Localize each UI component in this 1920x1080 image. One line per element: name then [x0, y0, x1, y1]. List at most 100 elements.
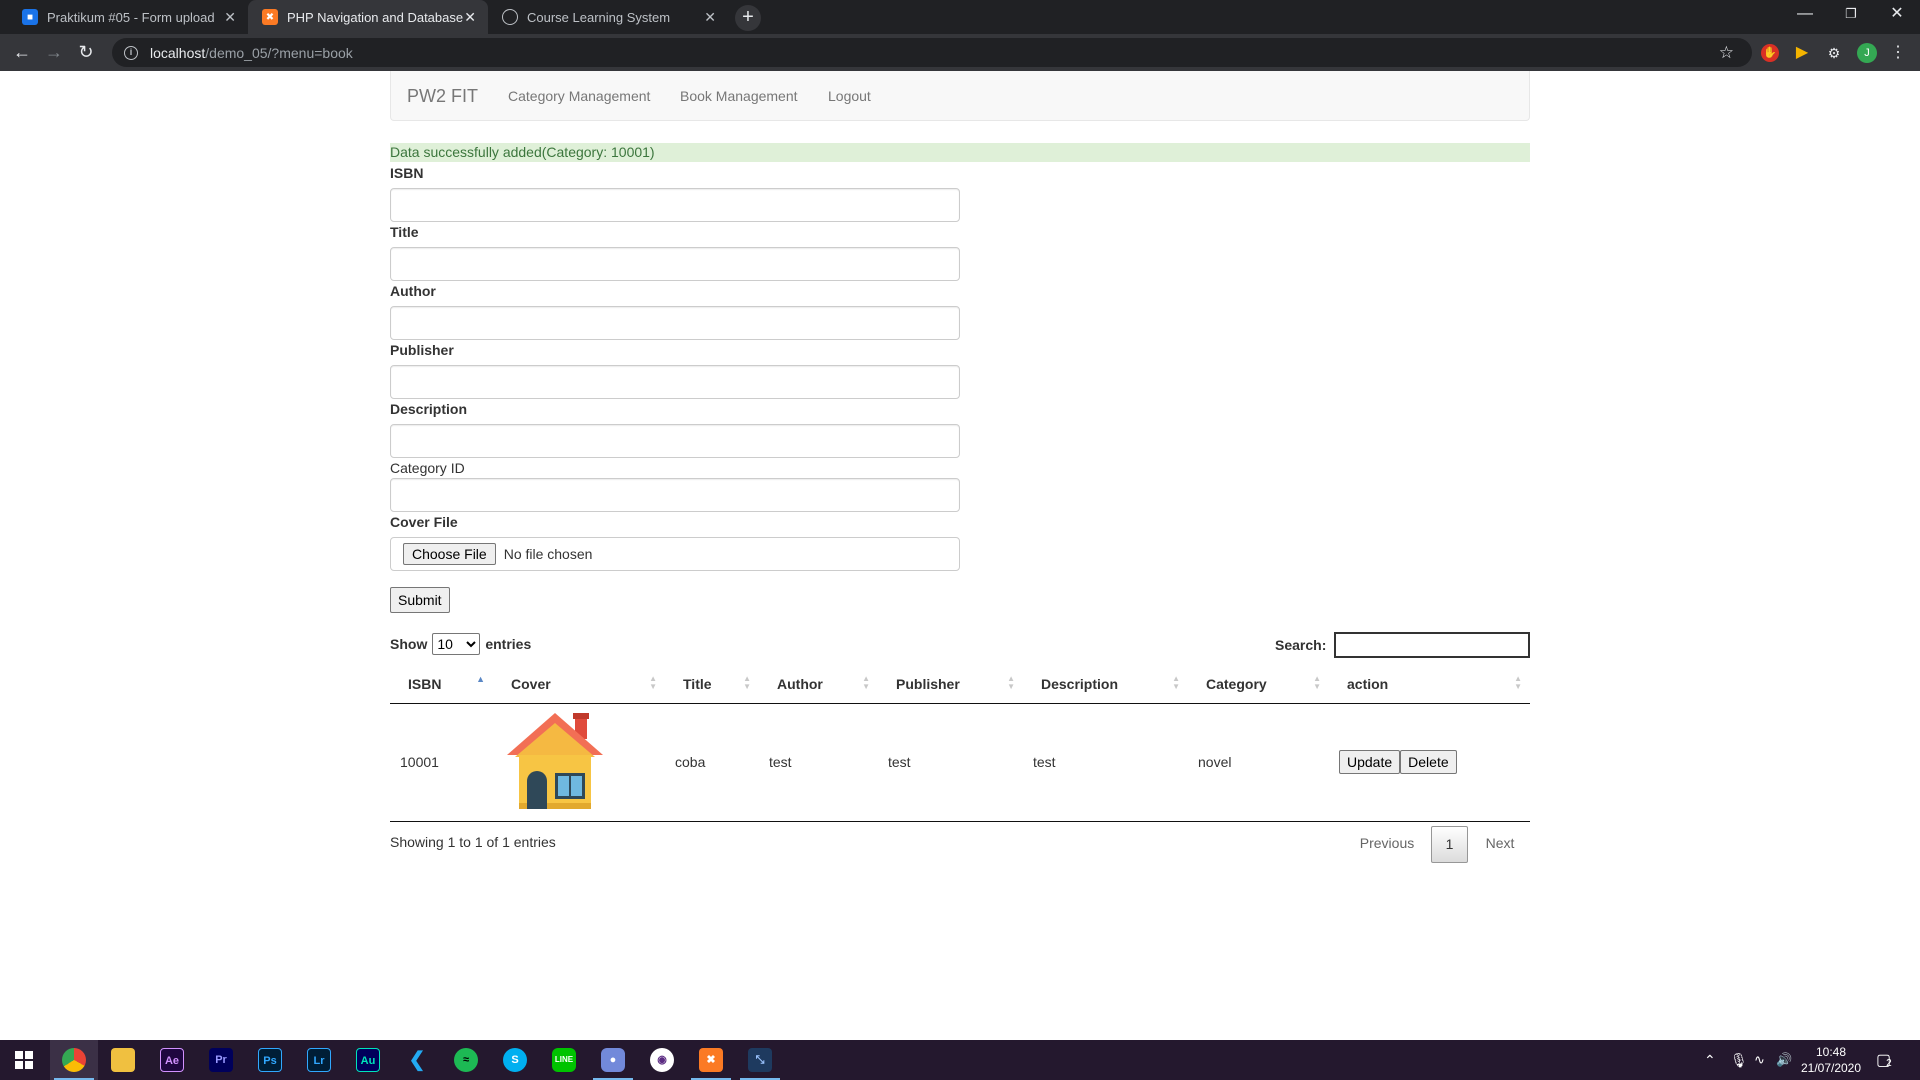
pagination-page-1[interactable]: 1 — [1431, 826, 1468, 863]
taskbar-lightroom[interactable]: Lr — [295, 1040, 343, 1080]
microphone-icon[interactable]: 🎙 — [1730, 1040, 1748, 1080]
description-input[interactable] — [390, 424, 960, 458]
extension-adblock-icon[interactable]: ✋ — [1761, 44, 1779, 62]
clock[interactable]: 10:48 21/07/2020 — [1800, 1040, 1862, 1080]
tab-title: Praktikum #05 - Form upload — [47, 9, 215, 25]
taskbar-premiere[interactable]: Pr — [197, 1040, 245, 1080]
navbar-brand[interactable]: PW2 FIT — [407, 86, 478, 107]
taskbar-ssms[interactable]: ⤡ — [736, 1040, 784, 1080]
tab-title: PHP Navigation and Database — [287, 9, 464, 25]
table-header-row: ISBN ▲ Cover ▲ ▼ Title ▲ ▼ Author ▲ ▼ Publisher… — [390, 665, 1530, 704]
col-header-category[interactable]: Category ▲ ▼ — [1188, 665, 1329, 704]
cover-file-input[interactable]: Choose File No file chosen — [390, 537, 960, 571]
back-button[interactable]: ← — [10, 41, 34, 65]
taskbar-line[interactable]: LINE — [540, 1040, 588, 1080]
pagination-previous[interactable]: Previous — [1347, 826, 1427, 863]
menu-kebab-icon[interactable]: ⋮ — [1889, 44, 1907, 62]
title-label: Title — [390, 224, 419, 240]
line-icon: LINE — [552, 1048, 576, 1072]
col-header-title[interactable]: Title ▲ ▼ — [665, 665, 759, 704]
lightroom-icon: Lr — [307, 1048, 331, 1072]
taskbar-chrome[interactable] — [50, 1040, 98, 1080]
author-input[interactable] — [390, 306, 960, 340]
extensions-puzzle-icon[interactable]: ⚙ — [1825, 44, 1843, 62]
sort-both-icon: ▲ ▼ — [1172, 674, 1180, 691]
forward-button[interactable]: → — [42, 41, 66, 65]
url-host: localhost — [150, 44, 206, 61]
entries-label: entries — [485, 636, 532, 652]
spotify-icon: ≈ — [454, 1048, 478, 1072]
minimize-button[interactable]: — — [1782, 0, 1828, 30]
tab-praktikum[interactable]: ■ Praktikum #05 - Form upload ✕ — [8, 0, 248, 34]
close-icon[interactable]: ✕ — [704, 9, 716, 26]
col-header-description[interactable]: Description ▲ ▼ — [1023, 665, 1188, 704]
sort-both-icon: ▲ ▼ — [743, 674, 751, 691]
nav-book-management[interactable]: Book Management — [680, 88, 798, 104]
taskbar-photoshop[interactable]: Ps — [246, 1040, 294, 1080]
sort-both-icon: ▲ ▼ — [1313, 674, 1321, 691]
reload-button[interactable]: ↻ — [74, 41, 98, 65]
taskbar-skype[interactable]: S — [491, 1040, 539, 1080]
pagination-next[interactable]: Next — [1474, 826, 1526, 863]
submit-button[interactable]: Submit — [390, 587, 450, 613]
search-input[interactable] — [1334, 632, 1531, 658]
nav-category-management[interactable]: Category Management — [508, 88, 650, 104]
window-close-button[interactable]: ✕ — [1874, 0, 1920, 30]
sort-both-icon: ▲ ▼ — [1007, 674, 1015, 691]
page-length-control: Show 10 entries — [390, 633, 531, 655]
after-effects-icon: Ae — [160, 1048, 184, 1072]
cover-file-label: Cover File — [390, 514, 458, 530]
new-tab-button[interactable]: + — [735, 5, 761, 31]
address-bar[interactable]: i localhost/demo_05/?menu=book ☆ — [112, 38, 1752, 67]
close-icon[interactable]: ✕ — [224, 9, 236, 26]
restore-button[interactable]: ❐ — [1828, 0, 1874, 30]
taskbar-discord[interactable]: ● — [589, 1040, 637, 1080]
taskbar-audition[interactable]: Au — [344, 1040, 392, 1080]
globe-icon — [502, 9, 518, 25]
wifi-icon[interactable]: ∿ — [1754, 1040, 1770, 1080]
col-header-publisher[interactable]: Publisher ▲ ▼ — [878, 665, 1023, 704]
taskbar-obs[interactable]: ◉ — [638, 1040, 686, 1080]
classroom-icon: ■ — [22, 9, 38, 25]
taskbar-spotify[interactable]: ≈ — [442, 1040, 490, 1080]
col-header-cover[interactable]: Cover ▲ ▼ — [493, 665, 665, 704]
folder-icon — [111, 1048, 135, 1072]
site-info-icon[interactable]: i — [124, 45, 138, 60]
cell-cover — [493, 703, 665, 822]
profile-avatar[interactable]: J — [1857, 43, 1877, 63]
premiere-icon: Pr — [209, 1048, 233, 1072]
no-file-text: No file chosen — [503, 546, 593, 562]
audition-icon: Au — [356, 1048, 380, 1072]
tab-php-navigation[interactable]: ✖ PHP Navigation and Database ✕ — [248, 0, 488, 34]
table-info: Showing 1 to 1 of 1 entries — [390, 834, 556, 850]
choose-file-button[interactable]: Choose File — [403, 543, 496, 565]
bookmark-star-icon[interactable]: ☆ — [1719, 43, 1734, 63]
taskbar-after-effects[interactable]: Ae — [148, 1040, 196, 1080]
extension-play-icon[interactable]: ▶ — [1793, 44, 1811, 62]
col-header-action[interactable]: action ▲ ▼ — [1329, 665, 1530, 704]
tray-overflow-icon[interactable]: ⌃ — [1704, 1040, 1720, 1080]
cell-description: test — [1023, 703, 1188, 822]
publisher-input[interactable] — [390, 365, 960, 399]
taskbar-vscode[interactable]: ❮ — [393, 1040, 441, 1080]
category-id-input[interactable] — [390, 478, 960, 512]
clock-date: 21/07/2020 — [1800, 1061, 1862, 1075]
col-header-isbn[interactable]: ISBN ▲ — [390, 665, 493, 704]
success-alert: Data successfully added(Category: 10001) — [390, 143, 1530, 162]
close-icon[interactable]: ✕ — [464, 9, 476, 26]
update-button[interactable]: Update — [1339, 750, 1401, 774]
page-length-select[interactable]: 10 — [432, 633, 481, 655]
books-table: ISBN ▲ Cover ▲ ▼ Title ▲ ▼ Author ▲ ▼ Publisher… — [390, 665, 1530, 822]
volume-icon[interactable]: 🔊 — [1776, 1040, 1794, 1080]
isbn-input[interactable] — [390, 188, 960, 222]
cell-publisher: test — [878, 703, 1023, 822]
taskbar-xampp[interactable]: ✖ — [687, 1040, 735, 1080]
start-button[interactable] — [0, 1040, 48, 1080]
nav-logout[interactable]: Logout — [828, 88, 871, 104]
taskbar-file-explorer[interactable] — [99, 1040, 147, 1080]
delete-button[interactable]: Delete — [1400, 750, 1457, 774]
tab-course-learning[interactable]: Course Learning System ✕ — [488, 0, 728, 34]
notifications-icon[interactable]: ▢ 2 — [1876, 1040, 1906, 1080]
title-input[interactable] — [390, 247, 960, 281]
col-header-author[interactable]: Author ▲ ▼ — [759, 665, 878, 704]
